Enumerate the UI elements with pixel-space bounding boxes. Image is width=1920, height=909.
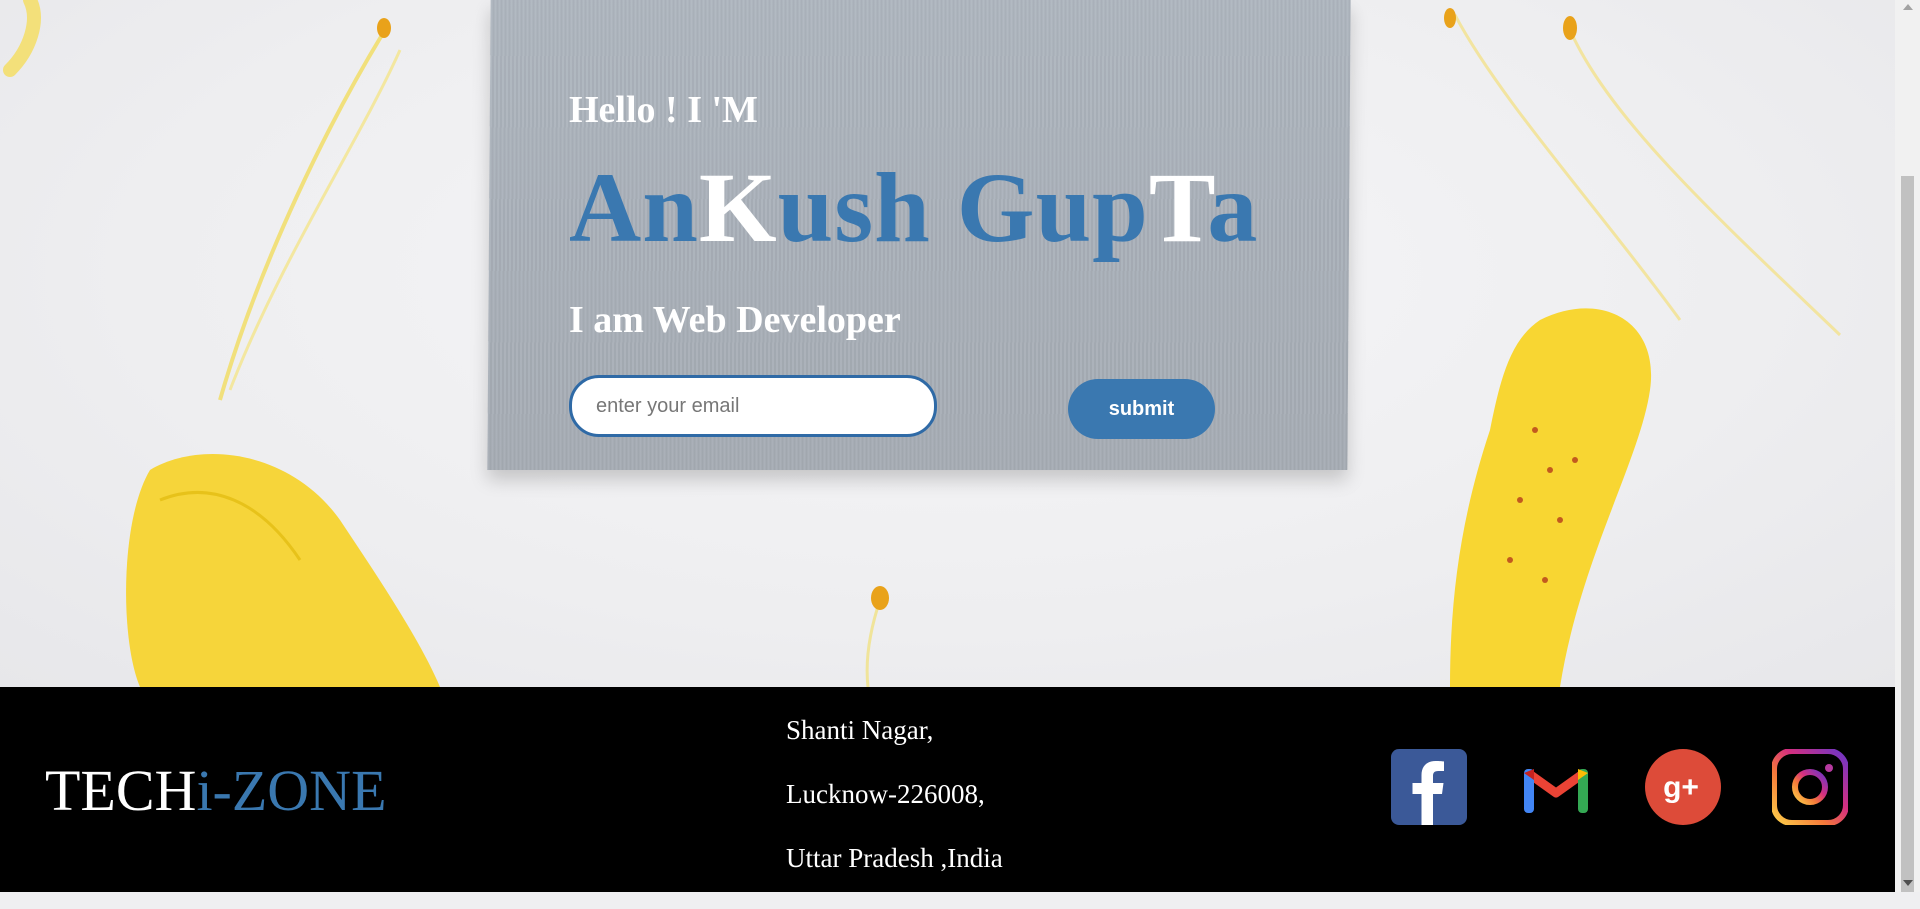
footer: TECHi-ZONE Shanti Nagar, Lucknow-226008,… [0, 687, 1895, 892]
facebook-icon[interactable] [1391, 749, 1467, 825]
scrollbar-thumb[interactable] [1901, 176, 1914, 892]
brand-logo: TECHi-ZONE [45, 758, 387, 823]
greeting-heading: Hello ! I 'M [569, 89, 758, 131]
scroll-down-icon[interactable] [1903, 880, 1913, 886]
submit-button[interactable]: submit [1068, 379, 1215, 439]
address-line: Uttar Pradesh ,India [786, 843, 1003, 873]
social-links: g+ [1391, 749, 1848, 825]
address-line: Lucknow-226008, [786, 779, 985, 809]
instagram-icon[interactable] [1772, 749, 1848, 825]
hero-section [0, 0, 1895, 687]
scroll-up-icon[interactable] [1903, 4, 1913, 10]
svg-text:g+: g+ [1663, 771, 1699, 804]
gmail-icon[interactable] [1518, 749, 1594, 825]
email-input[interactable] [569, 375, 937, 437]
address-line: Shanti Nagar, [786, 715, 934, 745]
vertical-scrollbar[interactable] [1895, 0, 1920, 892]
name-heading: AnKush GupTa [569, 152, 1259, 263]
google-plus-icon[interactable]: g+ [1645, 749, 1721, 825]
address-block: Shanti Nagar, Lucknow-226008, Uttar Prad… [786, 717, 1003, 909]
role-heading: I am Web Developer [569, 299, 901, 341]
